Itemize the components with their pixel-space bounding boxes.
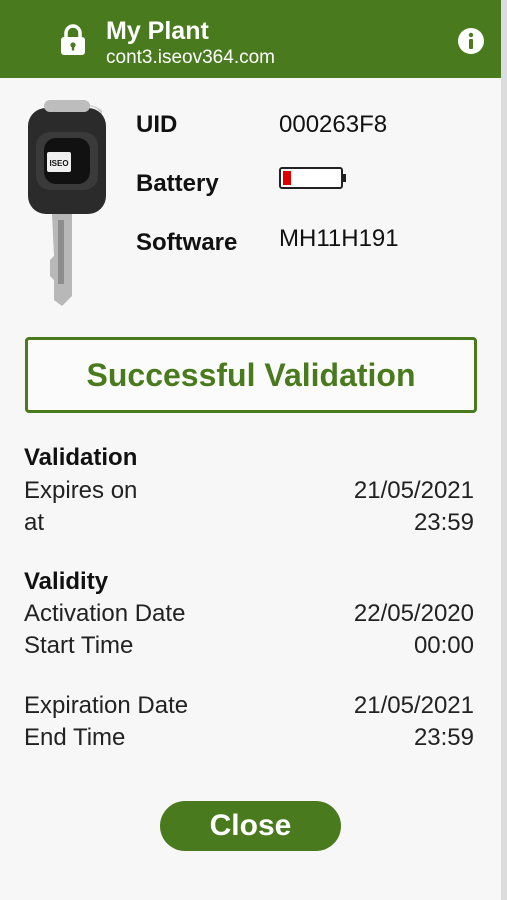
- expires-on-label: Expires on: [24, 477, 138, 504]
- validation-status-banner: Successful Validation: [25, 337, 477, 413]
- svg-text:ISEO: ISEO: [49, 159, 68, 168]
- expiration-date-value: 21/05/2021: [353, 692, 474, 719]
- expires-at-value: 23:59: [413, 509, 474, 536]
- validity-heading: Validity: [24, 568, 109, 595]
- start-time-value: 00:00: [413, 632, 474, 659]
- validation-heading: Validation: [24, 444, 138, 471]
- plant-title: My Plant: [106, 17, 209, 45]
- close-button[interactable]: Close: [160, 801, 341, 851]
- app-header: My Plant cont3.iseov364.com: [0, 0, 501, 78]
- key-fob-icon: ISEO: [28, 100, 106, 306]
- end-time-label: End Time: [24, 724, 126, 751]
- battery-icon: [279, 167, 346, 189]
- lock-icon: [61, 24, 85, 55]
- end-time-value: 23:59: [413, 724, 474, 751]
- info-icon[interactable]: [457, 27, 485, 55]
- expires-at-label: at: [24, 509, 45, 536]
- activation-date-value: 22/05/2020: [353, 600, 474, 627]
- start-time-label: Start Time: [24, 632, 134, 659]
- uid-value: 000263F8: [279, 111, 388, 138]
- expires-on-value: 21/05/2021: [353, 477, 474, 504]
- activation-date-label: Activation Date: [24, 600, 186, 627]
- battery-label: Battery: [136, 170, 219, 197]
- right-edge: [501, 0, 507, 900]
- software-value: MH11H191: [279, 225, 399, 252]
- uid-label: UID: [136, 111, 178, 138]
- server-address: cont3.iseov364.com: [106, 47, 275, 68]
- expiration-date-label: Expiration Date: [24, 692, 189, 719]
- software-label: Software: [136, 229, 238, 256]
